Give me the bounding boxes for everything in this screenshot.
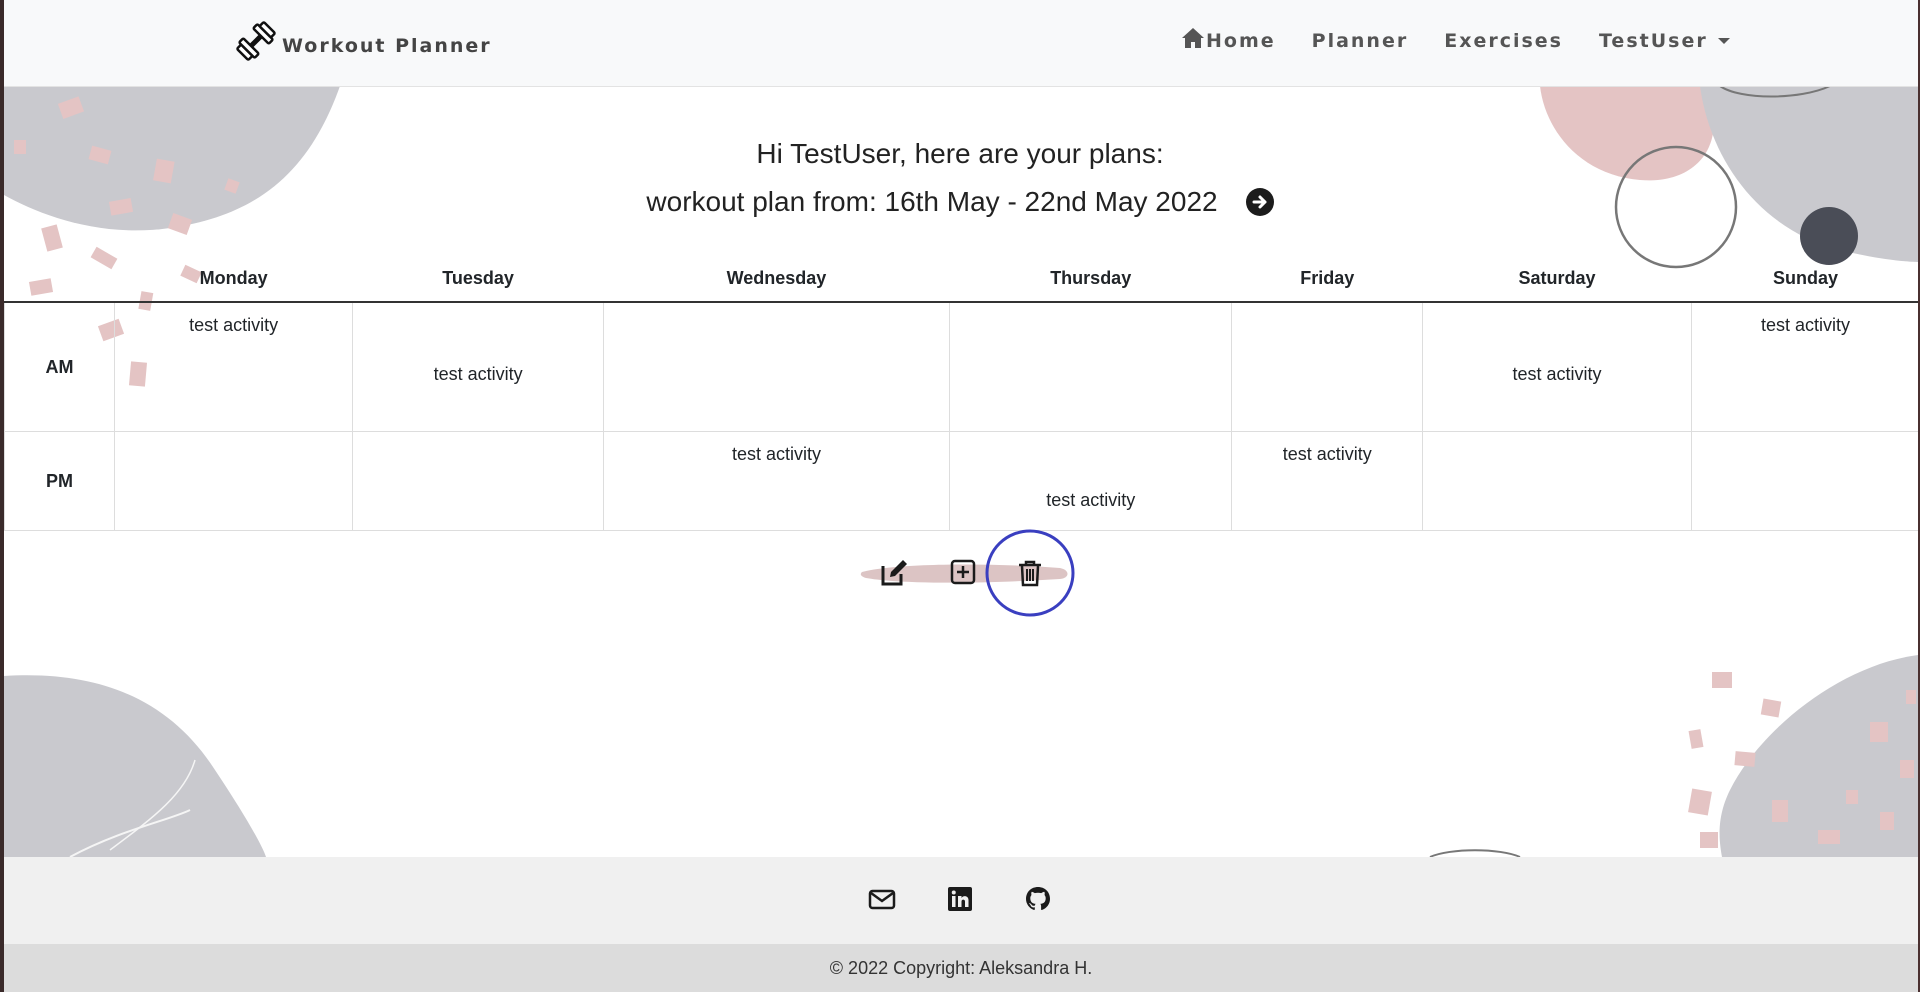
plan-cell[interactable]: test activity — [1422, 301, 1692, 432]
activity-item[interactable]: test activity — [1232, 444, 1422, 465]
weekly-planner-table: Monday Tuesday Wednesday Thursday Friday… — [4, 255, 1920, 531]
plan-cell[interactable]: test activity — [602, 431, 950, 531]
nav-home-label: Home — [1206, 29, 1276, 52]
navbar: Workout Planner Home Planner Exercises T… — [4, 0, 1918, 87]
plan-cell[interactable] — [352, 431, 604, 531]
plan-cell[interactable] — [602, 301, 950, 432]
greeting-heading: Hi TestUser, here are your plans: — [756, 138, 1164, 169]
footer-social-links — [0, 884, 1920, 914]
day-header: Tuesday — [352, 255, 604, 303]
window-edge-left — [0, 0, 4, 992]
plan-cell[interactable]: test activity — [352, 301, 604, 432]
edit-icon — [879, 558, 909, 588]
dumbbell-icon — [234, 19, 278, 67]
trash-icon — [1015, 558, 1045, 588]
next-week-button[interactable] — [1245, 188, 1274, 216]
plan-cell[interactable] — [948, 301, 1233, 432]
plan-cell[interactable] — [113, 431, 354, 531]
plan-cell[interactable]: test activity — [948, 431, 1233, 531]
plan-cell[interactable]: test activity — [1231, 431, 1424, 531]
plan-cell[interactable] — [1422, 431, 1692, 531]
activity-item[interactable]: test activity — [115, 315, 352, 336]
edit-plan-button[interactable] — [876, 555, 912, 591]
plan-range-text: workout plan from: 16th May - 22nd May 2… — [646, 186, 1218, 217]
plan-cell[interactable] — [1690, 431, 1920, 531]
table-header-row: Monday Tuesday Wednesday Thursday Friday… — [4, 255, 1920, 303]
activity-item[interactable]: test activity — [353, 364, 603, 385]
user-dropdown-toggle[interactable]: TestUser — [1599, 30, 1730, 52]
activity-item[interactable]: test activity — [950, 490, 1231, 511]
day-header: Saturday — [1422, 255, 1692, 303]
linkedin-icon[interactable] — [945, 884, 975, 914]
day-header: Sunday — [1691, 255, 1920, 303]
activity-item[interactable]: test activity — [1692, 315, 1919, 336]
table-row: PM test activity test activity test acti… — [4, 431, 1920, 531]
brand-link[interactable]: Workout Planner — [234, 20, 492, 66]
row-label: AM — [4, 301, 115, 432]
arrow-right-circle-icon — [1250, 192, 1270, 212]
nav-planner-link[interactable]: Planner — [1312, 30, 1409, 52]
day-header: Thursday — [949, 255, 1232, 303]
plan-cell[interactable]: test activity — [113, 301, 354, 432]
caret-down-icon — [1717, 37, 1730, 44]
plan-actions — [860, 528, 1080, 618]
day-header: Monday — [114, 255, 353, 303]
user-dropdown-label: TestUser — [1599, 29, 1708, 52]
day-header: Friday — [1231, 255, 1423, 303]
nav-home-link[interactable]: Home — [1180, 26, 1276, 55]
delete-plan-button[interactable] — [1012, 555, 1048, 591]
envelope-icon[interactable] — [867, 884, 897, 914]
row-label: PM — [4, 431, 115, 531]
plan-cell[interactable]: test activity — [1690, 301, 1920, 432]
nav-links: Home Planner Exercises TestUser — [1180, 26, 1766, 55]
plus-square-icon — [948, 557, 978, 587]
nav-exercises-link[interactable]: Exercises — [1444, 30, 1563, 52]
github-icon[interactable] — [1023, 884, 1053, 914]
copyright-text: © 2022 Copyright: Aleksandra H. — [4, 944, 1918, 992]
add-plan-button[interactable] — [945, 554, 981, 590]
home-icon — [1180, 26, 1206, 55]
table-header-corner — [4, 255, 115, 303]
table-row: AM test activity test activity test acti… — [4, 301, 1920, 432]
plan-range-row: workout plan from: 16th May - 22nd May 2… — [0, 186, 1920, 218]
activity-item[interactable]: test activity — [1423, 364, 1691, 385]
activity-item[interactable]: test activity — [604, 444, 949, 465]
day-header: Wednesday — [603, 255, 950, 303]
brand-title: Workout Planner — [282, 35, 492, 57]
plan-cell[interactable] — [1231, 301, 1424, 432]
